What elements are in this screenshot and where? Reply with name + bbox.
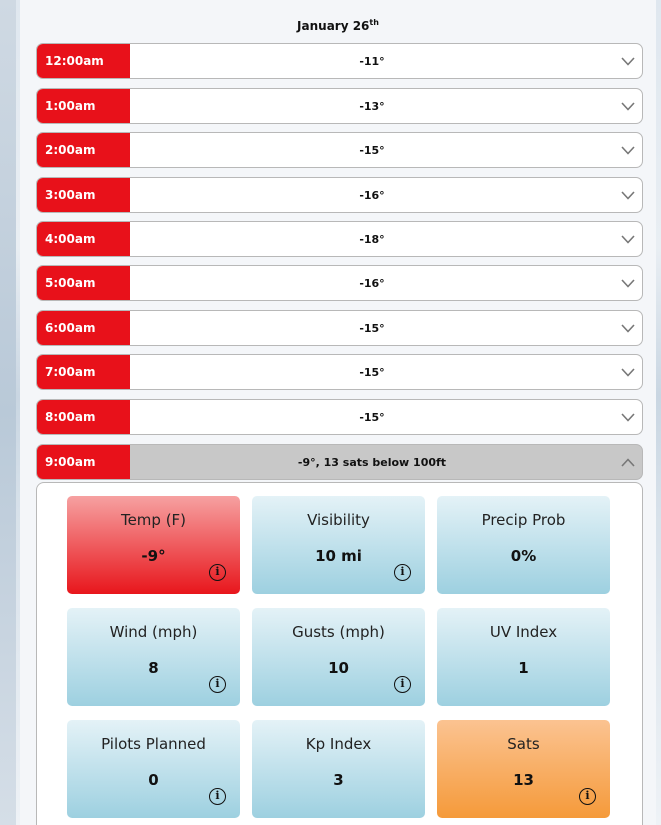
tile-title: Wind (mph) — [109, 623, 198, 641]
date-text: January 26 — [297, 19, 370, 33]
side-background — [0, 0, 16, 825]
date-suffix: th — [369, 18, 379, 27]
info-icon[interactable]: i — [209, 564, 226, 581]
hour-temp-value: -13° — [359, 99, 385, 113]
tile-value: 0% — [510, 547, 537, 565]
chevron-down-icon[interactable] — [614, 311, 642, 345]
chevron-up-icon[interactable] — [614, 445, 642, 479]
wind-tile: Wind (mph) 8 i — [67, 608, 240, 706]
info-icon[interactable]: i — [209, 788, 226, 805]
hour-time-label: 8:00am — [37, 400, 130, 434]
info-icon[interactable]: i — [394, 676, 411, 693]
chevron-down-icon[interactable] — [614, 400, 642, 434]
tile-title: UV Index — [489, 623, 558, 641]
hour-time-label: 9:00am — [37, 445, 130, 479]
tile-title: Pilots Planned — [101, 735, 206, 753]
gusts-tile: Gusts (mph) 10 i — [252, 608, 425, 706]
info-icon[interactable]: i — [579, 788, 596, 805]
kp-index-tile: Kp Index 3 — [252, 720, 425, 818]
hour-temp-value: -16° — [359, 188, 385, 202]
pilots-planned-tile: Pilots Planned 0 i — [67, 720, 240, 818]
chevron-down-icon[interactable] — [614, 89, 642, 123]
sats-tile: Sats 13 i — [437, 720, 610, 818]
tile-title: Kp Index — [305, 735, 372, 753]
chevron-down-icon[interactable] — [614, 133, 642, 167]
precip-prob-tile: Precip Prob 0% — [437, 496, 610, 594]
hour-time-label: 1:00am — [37, 89, 130, 123]
chevron-down-icon[interactable] — [614, 222, 642, 256]
hour-time-label: 5:00am — [37, 266, 130, 300]
hour-summary-value: -9°, 13 sats below 100ft — [297, 455, 447, 469]
tile-value: 10 — [328, 659, 349, 677]
tile-value: 0 — [148, 771, 159, 789]
date-header: January 26th — [20, 18, 656, 33]
hour-time-label: 6:00am — [37, 311, 130, 345]
hour-row-2am[interactable]: 2:00am -15° — [36, 132, 643, 168]
chevron-down-icon[interactable] — [614, 44, 642, 78]
tile-value: 1 — [518, 659, 529, 677]
forecast-page: January 26th 12:00am -11° 1:00am -13° 2:… — [20, 0, 656, 825]
info-icon[interactable]: i — [394, 564, 411, 581]
hour-temp-value: -11° — [359, 54, 385, 68]
hour-time-label: 2:00am — [37, 133, 130, 167]
hour-temp-value: -15° — [359, 321, 385, 335]
hour-row-4am[interactable]: 4:00am -18° — [36, 221, 643, 257]
hour-time-label: 4:00am — [37, 222, 130, 256]
hour-temp-value: -18° — [359, 232, 385, 246]
uv-index-tile: UV Index 1 — [437, 608, 610, 706]
hour-row-7am[interactable]: 7:00am -15° — [36, 354, 643, 390]
chevron-down-icon[interactable] — [614, 178, 642, 212]
tile-value: 8 — [148, 659, 159, 677]
tile-value: 10 mi — [315, 547, 362, 565]
hour-time-label: 7:00am — [37, 355, 130, 389]
info-icon[interactable]: i — [209, 676, 226, 693]
hour-row-3am[interactable]: 3:00am -16° — [36, 177, 643, 213]
chevron-down-icon[interactable] — [614, 355, 642, 389]
hour-row-1am[interactable]: 1:00am -13° — [36, 88, 643, 124]
hour-temp-value: -15° — [359, 365, 385, 379]
tile-title: Visibility — [307, 511, 370, 529]
hour-detail-panel: Temp (F) -9° i Visibility 10 mi i Precip… — [36, 482, 643, 825]
hour-row-5am[interactable]: 5:00am -16° — [36, 265, 643, 301]
tile-title: Sats — [507, 735, 540, 753]
chevron-down-icon[interactable] — [614, 266, 642, 300]
tile-title: Precip Prob — [481, 511, 566, 529]
hour-temp-value: -16° — [359, 276, 385, 290]
hour-row-12am[interactable]: 12:00am -11° — [36, 43, 643, 79]
hour-time-label: 3:00am — [37, 178, 130, 212]
hour-row-9am[interactable]: 9:00am -9°, 13 sats below 100ft — [36, 444, 643, 480]
temp-tile: Temp (F) -9° i — [67, 496, 240, 594]
tile-title: Gusts (mph) — [292, 623, 385, 641]
tile-value: 13 — [513, 771, 534, 789]
hour-temp-value: -15° — [359, 143, 385, 157]
tile-title: Temp (F) — [120, 511, 187, 529]
hour-row-8am[interactable]: 8:00am -15° — [36, 399, 643, 435]
tile-value: 3 — [333, 771, 344, 789]
hour-time-label: 12:00am — [37, 44, 130, 78]
hour-temp-value: -15° — [359, 410, 385, 424]
tile-value: -9° — [141, 547, 166, 565]
hour-row-6am[interactable]: 6:00am -15° — [36, 310, 643, 346]
visibility-tile: Visibility 10 mi i — [252, 496, 425, 594]
